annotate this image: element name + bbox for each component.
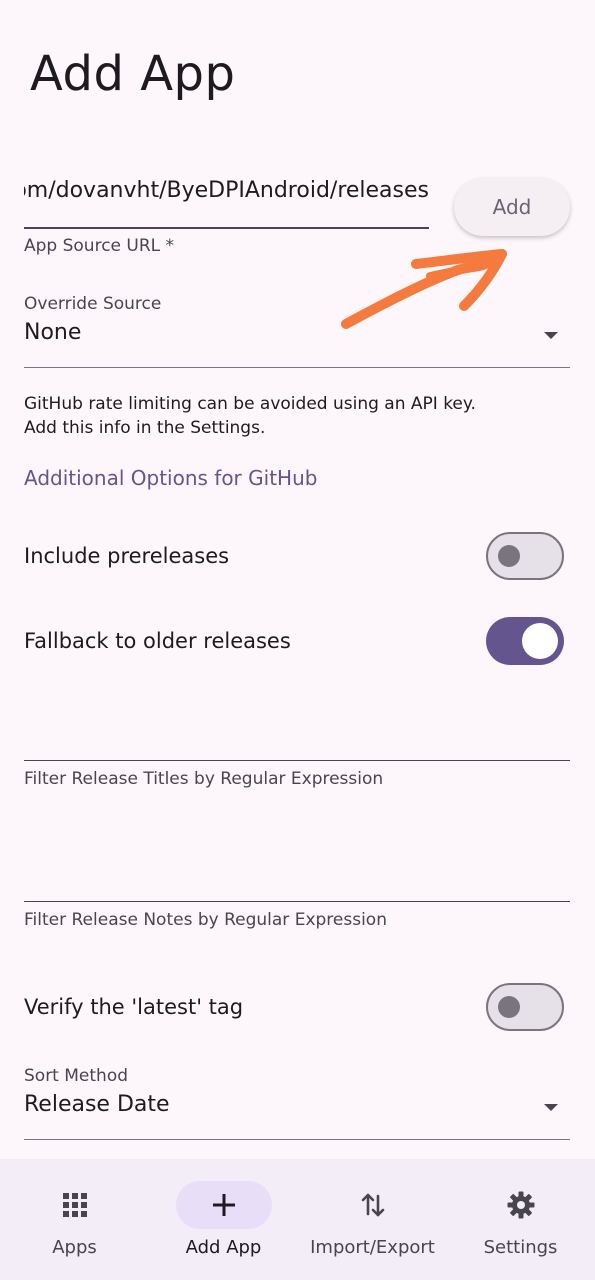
include-prereleases-switch[interactable] [486, 532, 564, 580]
dropdown-arrow-icon [544, 1104, 558, 1111]
sort-method-label: Sort Method [24, 1066, 129, 1086]
override-source-value: None [24, 320, 82, 345]
nav-label-import-export: Import/Export [310, 1237, 435, 1258]
app-source-url-input[interactable]: https://github.com/dovanvht/ByeDPIAndroi… [24, 178, 429, 210]
switch-knob [498, 996, 520, 1018]
github-options-heading: Additional Options for GitHub [24, 466, 318, 490]
dropdown-underline [24, 1138, 570, 1140]
input-underline [24, 759, 570, 761]
dropdown-arrow-icon [544, 332, 558, 339]
add-button[interactable]: Add [454, 178, 570, 236]
nav-label-settings: Settings [483, 1237, 558, 1258]
rate-limit-info-line1: GitHub rate limiting can be avoided usin… [24, 394, 476, 414]
nav-pill [473, 1181, 569, 1229]
nav-pill [325, 1181, 421, 1229]
grid-icon [62, 1193, 87, 1217]
switch-knob [522, 623, 558, 659]
bottom-navigation: Apps Add App Import/Export Settings [0, 1159, 595, 1280]
verify-latest-tag-switch[interactable] [486, 983, 564, 1031]
include-prereleases-label: Include prereleases [24, 544, 230, 568]
plus-icon [212, 1194, 235, 1216]
fallback-older-releases-label: Fallback to older releases [24, 629, 291, 653]
fallback-older-releases-row: Fallback to older releases [24, 617, 570, 667]
sort-method-dropdown[interactable]: Sort Method Release Date [24, 1066, 570, 1140]
add-app-page: Add App https://github.com/dovanvht/ByeD… [0, 0, 595, 1280]
nav-label-apps: Apps [52, 1237, 97, 1258]
nav-label-add-app: Add App [185, 1237, 262, 1258]
swap-vertical-icon [361, 1193, 384, 1217]
input-underline [24, 900, 570, 902]
rate-limit-info-line2: Add this info in the Settings. [24, 418, 266, 438]
nav-item-import-export[interactable]: Import/Export [298, 1159, 447, 1280]
filter-release-titles-input[interactable] [24, 701, 570, 761]
include-prereleases-row: Include prereleases [24, 532, 570, 582]
dropdown-underline [24, 366, 570, 368]
filter-release-notes-input[interactable] [24, 842, 570, 902]
sort-method-value: Release Date [24, 1092, 170, 1117]
nav-item-apps[interactable]: Apps [0, 1159, 149, 1280]
verify-latest-tag-row: Verify the 'latest' tag [24, 983, 570, 1033]
override-source-dropdown[interactable]: Override Source None [24, 294, 570, 368]
switch-knob [498, 545, 520, 567]
page-title: Add App [30, 46, 236, 102]
nav-pill-active [175, 1181, 272, 1229]
nav-item-add-app[interactable]: Add App [149, 1159, 298, 1280]
nav-pill [27, 1181, 123, 1229]
filter-release-titles-label: Filter Release Titles by Regular Express… [24, 769, 384, 789]
rate-limit-info: GitHub rate limiting can be avoided usin… [24, 392, 476, 440]
url-input-underline [24, 227, 429, 229]
override-source-label: Override Source [24, 294, 162, 314]
fallback-older-releases-switch[interactable] [486, 617, 564, 665]
nav-item-settings[interactable]: Settings [446, 1159, 595, 1280]
filter-release-notes-label: Filter Release Notes by Regular Expressi… [24, 910, 387, 930]
app-source-url-label: App Source URL * [24, 236, 175, 256]
verify-latest-tag-label: Verify the 'latest' tag [24, 995, 244, 1019]
gear-icon [507, 1191, 534, 1219]
